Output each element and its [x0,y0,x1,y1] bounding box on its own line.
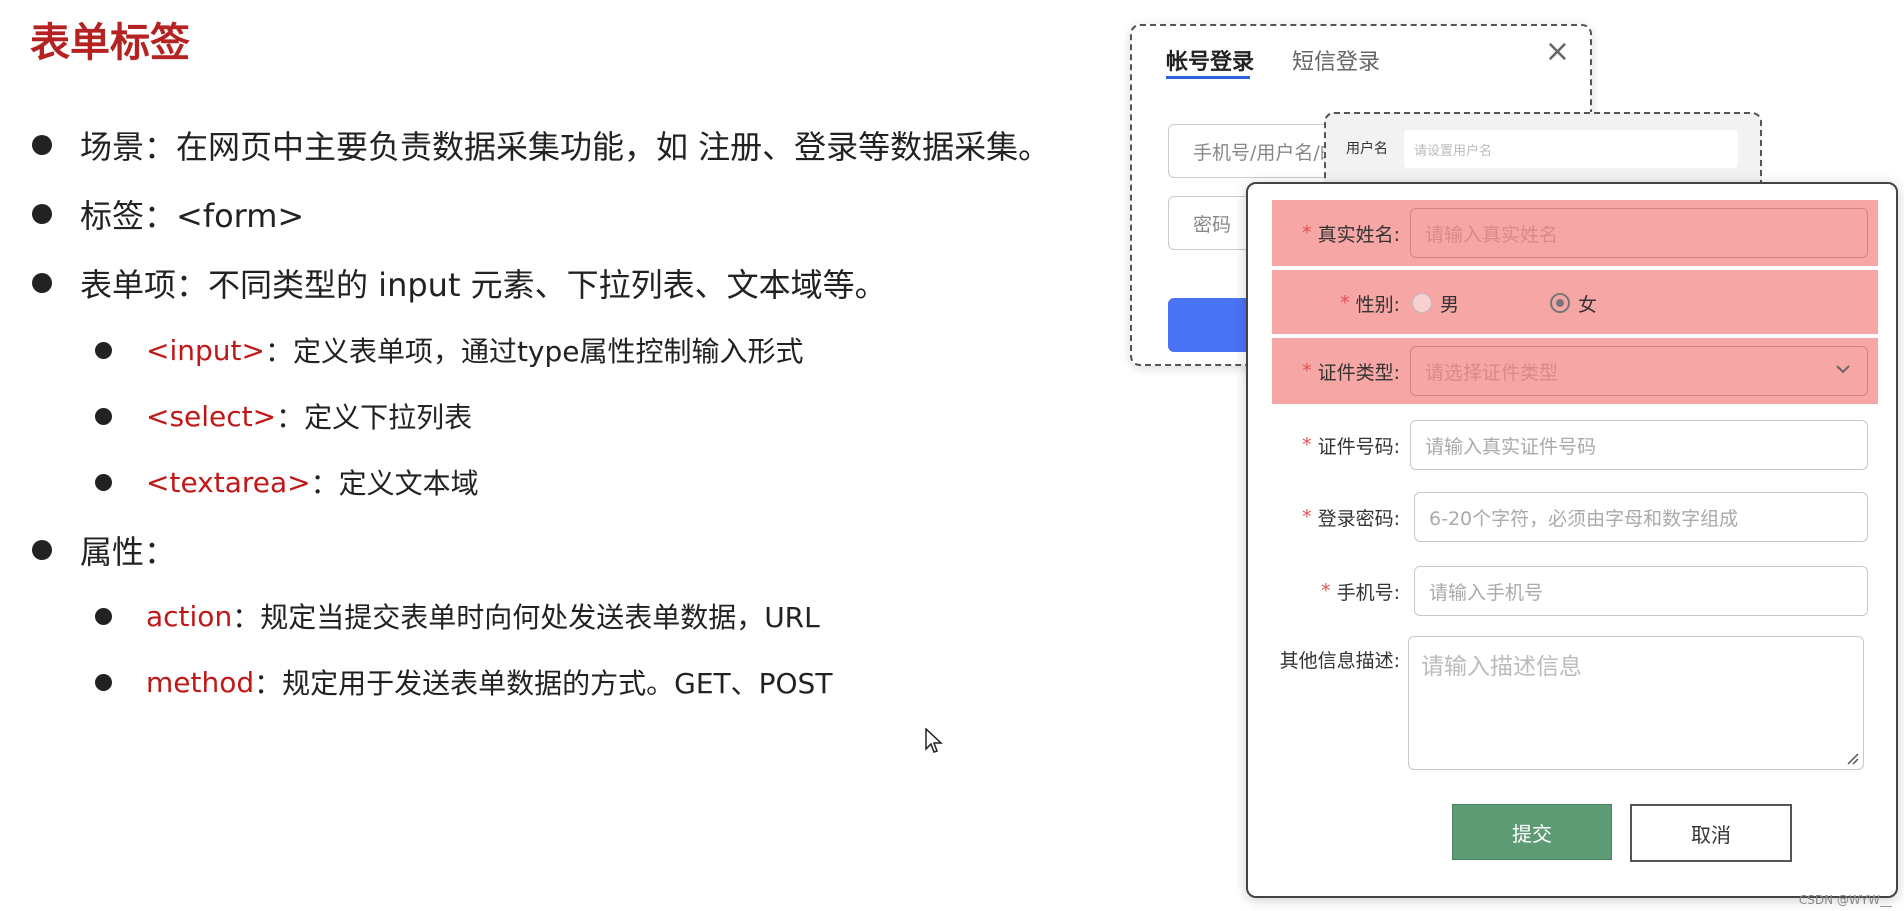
action-desc: ：规定当提交表单时向何处发送表单数据，URL [232,601,820,634]
bullet-scene-text: 场景：在网页中主要负责数据采集功能，如 注册、登录等数据采集。 [80,128,1051,166]
submit-button[interactable]: 提交 [1452,804,1612,860]
bullet-scene: 场景：在网页中主要负责数据采集功能，如 注册、登录等数据采集。 [32,122,1051,168]
chevron-down-icon [1836,365,1850,374]
description-label: 其他信息描述: [1279,649,1400,672]
radio-circle-selected[interactable] [1550,293,1570,313]
username-label: 用户名 [1346,141,1388,157]
idtype-select-value: 请选择证件类型 [1425,361,1559,384]
textarea-tag-desc: ：定义文本域 [310,467,479,500]
form-row-idno: * 证件号码: 请输入真实证件号码 [1248,410,1896,480]
form-row-idtype: * 证件类型: 请选择证件类型 [1248,336,1896,406]
slide-title: 表单标签 [30,20,190,66]
radio-male[interactable]: 男 [1412,268,1459,338]
bullet-dot [32,204,52,224]
tab-sms-login[interactable]: 短信登录 [1292,44,1380,76]
form-row-realname: * 真实姓名: 请输入真实姓名 [1248,198,1896,268]
bullet-items: 表单项：不同类型的 input 元素、下拉列表、文本域等。 [32,260,887,306]
mouse-pointer-icon [925,728,943,753]
required-mark: * [1302,434,1312,456]
select-tag-keyword: <select> [146,399,277,433]
bullet-attrs-text: 属性： [80,533,177,571]
bullet-dot [32,273,52,293]
idno-label-text: 证件号码: [1317,435,1400,458]
textarea-tag-keyword: <textarea> [146,465,311,499]
input-tag-desc: ：定义表单项，通过type属性控制输入形式 [264,335,804,368]
gender-label-text: 性别: [1355,293,1400,316]
description-textarea[interactable]: 请输入描述信息 [1408,636,1864,770]
phone-label-text: 手机号: [1336,581,1400,604]
bullet-dot [95,608,112,625]
radio-circle[interactable] [1412,293,1432,313]
radio-female-label: 女 [1578,293,1598,316]
idtype-select[interactable]: 请选择证件类型 [1410,346,1868,396]
radio-male-label: 男 [1440,293,1460,316]
idtype-label-text: 证件类型: [1317,361,1400,384]
username-input[interactable]: 请设置用户名 [1404,130,1738,168]
password-label-text: 登录密码: [1317,507,1400,530]
close-icon[interactable]: × [1545,34,1570,69]
bullet-dot [95,474,112,491]
required-mark: * [1340,292,1350,314]
realname-label: * 真实姓名: [1302,198,1400,268]
radio-female[interactable]: 女 [1550,268,1597,338]
method-keyword: method [146,665,255,699]
sub-bullet-textarea: <textarea> ：定义文本域 [95,462,479,502]
bullet-dot [95,674,112,691]
form-row-password: * 登录密码: 6-20个字符，必须由字母和数字组成 [1248,482,1896,552]
sub-bullet-input: <input> ：定义表单项，通过type属性控制输入形式 [95,330,804,370]
idno-input[interactable]: 请输入真实证件号码 [1410,420,1868,470]
sub-bullet-select: <select> ：定义下拉列表 [95,396,473,436]
method-desc: ：规定用于发送表单数据的方式。GET、POST [254,667,833,700]
input-tag-keyword: <input> [146,333,265,367]
bullet-dot [32,135,52,155]
form-row-gender: * 性别: 男 女 [1248,268,1896,338]
bullet-dot [32,540,52,560]
password-input[interactable]: 6-20个字符，必须由字母和数字组成 [1414,492,1868,542]
register-form-card: * 真实姓名: 请输入真实姓名 * 性别: 男 女 * 证件类型: 请选择证件类… [1246,182,1898,898]
required-mark: * [1302,222,1312,244]
idno-label: * 证件号码: [1302,410,1400,480]
watermark: CSDN @WYW__ [1798,893,1892,907]
phone-input[interactable]: 请输入手机号 [1414,566,1868,616]
realname-input[interactable]: 请输入真实姓名 [1410,208,1868,258]
bullet-tag: 标签：<form> [32,191,305,237]
description-placeholder: 请输入描述信息 [1421,654,1582,680]
select-tag-desc: ：定义下拉列表 [276,401,473,434]
bullet-dot [95,342,112,359]
sub-bullet-action: action ：规定当提交表单时向何处发送表单数据，URL [95,596,820,636]
bullet-tag-text: 标签：<form> [80,197,305,235]
bullet-items-text: 表单项：不同类型的 input 元素、下拉列表、文本域等。 [80,266,887,304]
required-mark: * [1302,506,1312,528]
action-keyword: action [146,599,233,633]
bullet-dot [95,408,112,425]
realname-label-text: 真实姓名: [1317,223,1400,246]
password-label: * 登录密码: [1302,482,1400,552]
required-mark: * [1321,580,1331,602]
cancel-button[interactable]: 取消 [1630,804,1792,862]
idtype-label: * 证件类型: [1302,336,1400,406]
required-mark: * [1302,360,1312,382]
tab-account-login[interactable]: 帐号登录 [1166,44,1254,76]
active-tab-indicator [1166,76,1250,79]
gender-label: * 性别: [1340,268,1400,338]
sub-bullet-method: method ：规定用于发送表单数据的方式。GET、POST [95,662,833,702]
phone-label: * 手机号: [1321,556,1400,626]
resize-handle-icon[interactable] [1845,751,1859,765]
form-row-phone: * 手机号: 请输入手机号 [1248,556,1896,626]
bullet-attrs: 属性： [32,527,177,573]
